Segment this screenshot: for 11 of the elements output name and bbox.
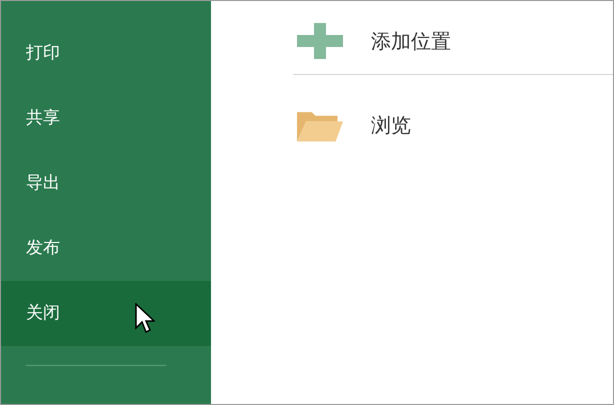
location-item[interactable]: 浏览	[293, 91, 613, 159]
menu-item[interactable]: 发布	[1, 216, 211, 281]
location-label: 浏览	[371, 112, 411, 139]
location-item[interactable]: 添加位置	[293, 7, 613, 75]
menu-item[interactable]: 打印	[1, 21, 211, 86]
menu-item[interactable]: 导出	[1, 151, 211, 216]
mouse-pointer-icon	[135, 303, 155, 333]
menu-item[interactable]: 共享	[1, 86, 211, 151]
menu-item[interactable]: 关闭	[1, 281, 211, 346]
location-label: 添加位置	[371, 28, 451, 54]
plus-icon	[297, 22, 343, 58]
